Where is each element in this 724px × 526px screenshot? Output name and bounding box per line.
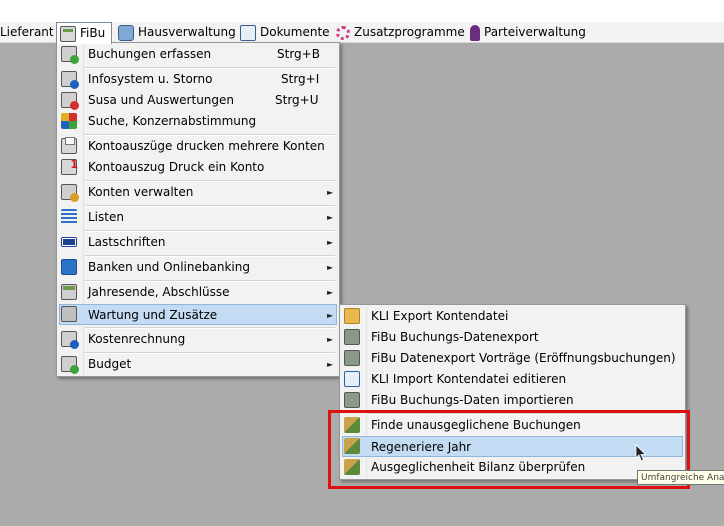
menuitem-label: Lastschriften [88, 235, 166, 249]
menu-fibu-label: FiBu [80, 26, 106, 40]
fibu-dropdown: Buchungen erfassen Strg+B Infosystem u. … [56, 42, 340, 377]
export-icon [344, 329, 360, 345]
budget-icon [61, 356, 79, 374]
submenu-arrow-icon: ► [327, 311, 334, 320]
menuitem-banken[interactable]: Banken und Onlinebanking ► [59, 257, 337, 278]
menu-parteiverwaltung[interactable]: Parteiverwaltung [470, 22, 586, 43]
printer-one-icon: 1 [61, 159, 78, 175]
menuitem-label: FiBu Buchungs-Datenexport [371, 330, 539, 344]
printer-icon [61, 137, 77, 154]
submenu-arrow-icon: ► [327, 238, 334, 247]
submenu-arrow-icon: ► [327, 263, 334, 272]
menuitem-label: KLI Import Kontendatei editieren [371, 372, 567, 386]
submenu-arrow-icon: ► [327, 188, 334, 197]
menuitem-label: Budget [88, 357, 132, 371]
menuitem-label: Kontoauszüge drucken mehrere Konten [88, 139, 325, 153]
menu-hausverwaltung-label: Hausverwaltung [138, 25, 236, 39]
menuitem-label: Banken und Onlinebanking [88, 260, 250, 274]
calculator-add-icon [61, 46, 79, 64]
folder-export-icon [344, 308, 360, 324]
menuitem-kostenrechnung[interactable]: Kostenrechnung ► [59, 329, 337, 350]
bank-icon [61, 259, 77, 275]
menuitem-label: FiBu Buchungs-Daten importieren [371, 393, 574, 407]
menu-lieferant-label: Lieferant [0, 25, 54, 39]
menuitem-shortcut: Strg+I [281, 72, 320, 86]
menuitem-label: Infosystem u. Storno [88, 72, 213, 86]
calculator-icon [60, 25, 76, 42]
menuitem-label: Buchungen erfassen [88, 47, 212, 61]
menu-zusatzprogramme-label: Zusatzprogramme [354, 25, 465, 39]
menuitem-label: Wartung und Zusätze [88, 308, 218, 322]
menu-hausverwaltung[interactable]: Hausverwaltung [118, 22, 236, 43]
title-strip [0, 0, 724, 22]
menu-parteiverwaltung-label: Parteiverwaltung [484, 25, 586, 39]
menu-dokumente-label: Dokumente [260, 25, 330, 39]
menuitem-shortcut: Strg+U [275, 93, 319, 107]
menuitem-fibu-vortraege[interactable]: FiBu Datenexport Vorträge (Eröffnungsbuc… [342, 348, 683, 369]
accounts-gear-icon [61, 184, 79, 202]
menuitem-jahresende[interactable]: Jahresende, Abschlüsse ► [59, 282, 337, 303]
menuitem-kli-export[interactable]: KLI Export Kontendatei [342, 306, 683, 327]
menuitem-budget[interactable]: Budget ► [59, 354, 337, 375]
menuitem-suche[interactable]: Suche, Konzernabstimmung [59, 111, 337, 132]
menuitem-label: Susa und Auswertungen [88, 93, 235, 107]
menu-dokumente[interactable]: Dokumente [240, 22, 330, 43]
menuitem-label: Kostenrechnung [88, 332, 186, 346]
document-icon [240, 24, 256, 41]
menuitem-label: Kontoauszug Druck ein Konto [88, 160, 265, 174]
menuitem-lastschriften[interactable]: Lastschriften ► [59, 232, 337, 253]
menuitem-konten-verwalten[interactable]: Konten verwalten ► [59, 182, 337, 203]
chart-icon [61, 92, 79, 110]
maintenance-icon [61, 306, 77, 322]
submenu-arrow-icon: ► [327, 213, 334, 222]
menuitem-susa[interactable]: Susa und Auswertungen Strg+U [59, 90, 337, 111]
menuitem-fibu-import[interactable]: FiBu Buchungs-Daten importieren [342, 390, 683, 411]
menuitem-wartung[interactable]: Wartung und Zusätze ► [59, 304, 337, 325]
puzzle-icon [61, 113, 77, 129]
menuitem-label: Suche, Konzernabstimmung [88, 114, 257, 128]
submenu-arrow-icon: ► [327, 360, 334, 369]
person-icon [470, 24, 480, 41]
info-icon [61, 71, 79, 89]
menuitem-infosystem[interactable]: Infosystem u. Storno Strg+I [59, 69, 337, 90]
cost-calculator-icon [61, 331, 79, 349]
menuitem-label: Listen [88, 210, 124, 224]
sepa-icon [61, 237, 77, 247]
menuitem-kontoauszug-ein[interactable]: 1 Kontoauszug Druck ein Konto [59, 157, 337, 178]
menu-lieferant[interactable]: Lieferant [0, 22, 54, 43]
edit-table-icon [344, 371, 360, 387]
menuitem-fibu-buchungs-export[interactable]: FiBu Buchungs-Datenexport [342, 327, 683, 348]
menuitem-shortcut: Strg+B [277, 47, 320, 61]
menuitem-label: KLI Export Kontendatei [371, 309, 509, 323]
submenu-arrow-icon: ► [327, 288, 334, 297]
submenu-arrow-icon: ► [327, 335, 334, 344]
import-icon [344, 392, 360, 408]
menuitem-kontoauszuege-mehrere[interactable]: Kontoauszüge drucken mehrere Konten [59, 136, 337, 157]
mouse-cursor-icon [635, 444, 647, 462]
spinner-icon [336, 25, 350, 40]
menubar: Lieferant FiBu Hausverwaltung Dokumente … [0, 22, 724, 44]
menuitem-listen[interactable]: Listen ► [59, 207, 337, 228]
menu-zusatzprogramme[interactable]: Zusatzprogramme [336, 22, 465, 43]
tooltip: Umfangreiche Analyse [637, 470, 724, 485]
menu-fibu[interactable]: FiBu [56, 22, 113, 44]
menuitem-label: Konten verwalten [88, 185, 194, 199]
menuitem-label: Jahresende, Abschlüsse [88, 285, 230, 299]
export-icon [344, 350, 360, 366]
menuitem-label: FiBu Datenexport Vorträge (Eröffnungsbuc… [371, 351, 676, 365]
menuitem-buchungen-erfassen[interactable]: Buchungen erfassen Strg+B [59, 44, 337, 65]
house-icon [118, 24, 134, 41]
calculator-icon [61, 284, 77, 300]
menuitem-kli-import[interactable]: KLI Import Kontendatei editieren [342, 369, 683, 390]
list-icon [61, 209, 77, 225]
